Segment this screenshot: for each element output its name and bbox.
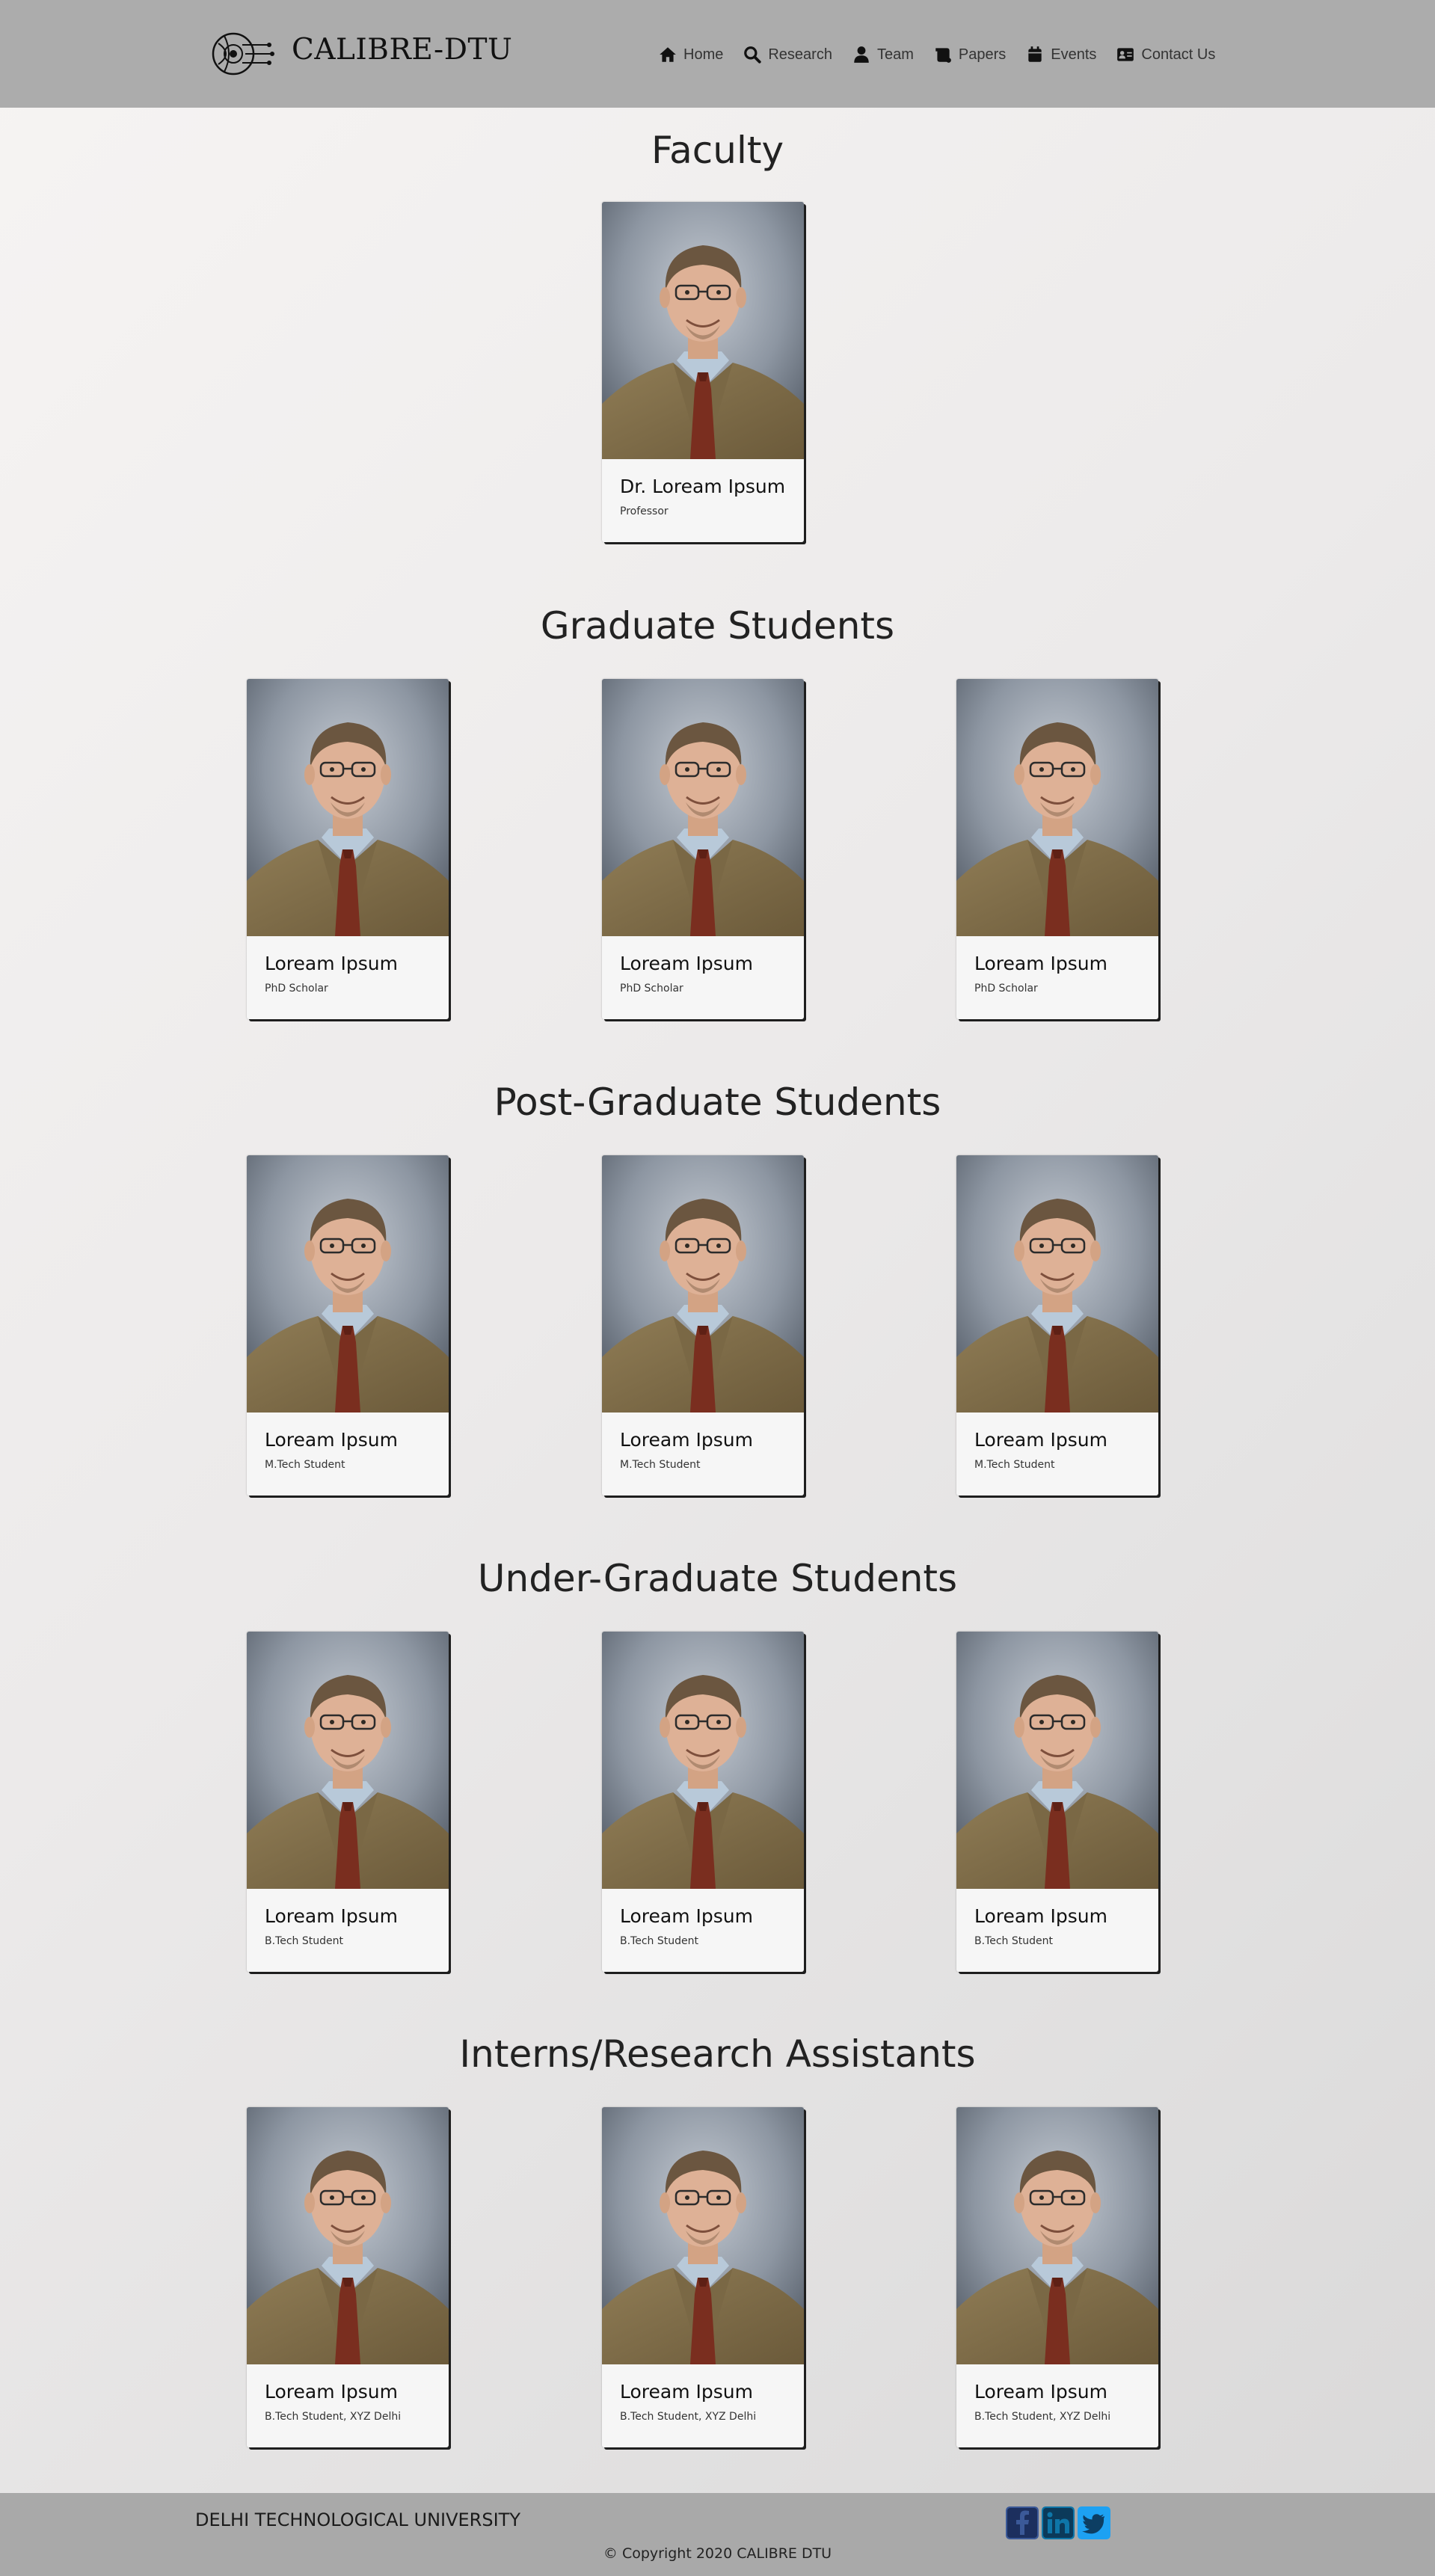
member-name: Loream Ipsum bbox=[974, 953, 1107, 974]
section-title-faculty: Faculty bbox=[651, 129, 784, 172]
section-title-graduate: Graduate Students bbox=[540, 604, 895, 648]
member-name: Loream Ipsum bbox=[265, 1429, 398, 1451]
member-photo bbox=[956, 1155, 1158, 1413]
member-photo bbox=[602, 202, 804, 459]
nav-papers-label: Papers bbox=[958, 46, 1007, 63]
member-name: Loream Ipsum bbox=[620, 953, 753, 974]
nav-papers[interactable]: Papers bbox=[933, 43, 1006, 66]
member-photo bbox=[956, 1632, 1158, 1889]
member-role: B.Tech Student, XYZ Delhi bbox=[265, 2411, 402, 2423]
member-photo bbox=[956, 2107, 1158, 2364]
section-title-undergraduate: Under-Graduate Students bbox=[477, 1557, 958, 1600]
nav-contact[interactable]: Contact Us bbox=[1116, 43, 1215, 66]
member-name: Loream Ipsum bbox=[265, 953, 398, 974]
member-card[interactable]: Loream Ipsum B.Tech Student bbox=[602, 1632, 804, 1972]
member-photo bbox=[247, 2107, 449, 2364]
member-name: Loream Ipsum bbox=[620, 2381, 753, 2403]
member-photo bbox=[602, 1155, 804, 1413]
calendar-icon bbox=[1028, 46, 1042, 62]
member-photo bbox=[956, 679, 1158, 936]
member-role: PhD Scholar bbox=[620, 983, 683, 995]
twitter-icon[interactable] bbox=[1078, 2506, 1110, 2539]
nav-events[interactable]: Events bbox=[1025, 43, 1096, 66]
member-role: PhD Scholar bbox=[974, 983, 1038, 995]
member-role: Professor bbox=[620, 505, 669, 517]
member-name: Dr. Loream Ipsum bbox=[620, 476, 786, 497]
member-card[interactable]: Loream Ipsum B.Tech Student, XYZ Delhi bbox=[247, 2107, 449, 2447]
nav-research[interactable]: Research bbox=[743, 43, 832, 66]
member-name: Loream Ipsum bbox=[974, 1905, 1107, 1927]
member-photo bbox=[247, 679, 449, 936]
member-name: Loream Ipsum bbox=[265, 2381, 398, 2403]
member-role: B.Tech Student, XYZ Delhi bbox=[974, 2411, 1111, 2423]
facebook-icon[interactable] bbox=[1006, 2506, 1039, 2539]
nav-events-label: Events bbox=[1051, 46, 1097, 63]
footer-copyright: © Copyright 2020 CALIBRE DTU bbox=[603, 2545, 832, 2562]
member-photo bbox=[247, 1155, 449, 1413]
nav-home-label: Home bbox=[683, 46, 724, 63]
address-card-icon bbox=[1117, 48, 1134, 61]
main-nav: Home Research Team Papers Events Contact… bbox=[658, 43, 1215, 66]
member-photo bbox=[602, 1632, 804, 1889]
member-role: M.Tech Student bbox=[265, 1459, 345, 1471]
brand-title[interactable]: CALIBRE-DTU bbox=[292, 33, 512, 67]
linkedin-icon[interactable] bbox=[1042, 2506, 1075, 2539]
member-name: Loream Ipsum bbox=[974, 1429, 1107, 1451]
member-photo bbox=[247, 1632, 449, 1889]
member-card[interactable]: Loream Ipsum B.Tech Student, XYZ Delhi bbox=[956, 2107, 1158, 2447]
calibre-logo-icon[interactable] bbox=[211, 28, 275, 79]
member-name: Loream Ipsum bbox=[974, 2381, 1107, 2403]
member-role: B.Tech Student bbox=[974, 1935, 1053, 1947]
site-header: CALIBRE-DTU Home Research Team Papers Ev… bbox=[0, 0, 1435, 108]
site-footer: DELHI TECHNOLOGICAL UNIVERSITY © Copyrig… bbox=[0, 2493, 1435, 2576]
nav-team[interactable]: Team bbox=[852, 43, 914, 66]
member-card[interactable]: Loream Ipsum M.Tech Student bbox=[956, 1155, 1158, 1496]
user-icon bbox=[854, 46, 869, 63]
member-role: M.Tech Student bbox=[974, 1459, 1055, 1471]
member-role: PhD Scholar bbox=[265, 983, 328, 995]
member-name: Loream Ipsum bbox=[620, 1905, 753, 1927]
member-role: M.Tech Student bbox=[620, 1459, 701, 1471]
scroll-icon bbox=[935, 48, 951, 63]
footer-university: DELHI TECHNOLOGICAL UNIVERSITY bbox=[195, 2509, 520, 2530]
member-card[interactable]: Loream Ipsum PhD Scholar bbox=[602, 679, 804, 1019]
member-card[interactable]: Loream Ipsum B.Tech Student bbox=[247, 1632, 449, 1972]
section-title-interns: Interns/Research Assistants bbox=[459, 2032, 976, 2076]
member-card[interactable]: Loream Ipsum M.Tech Student bbox=[247, 1155, 449, 1496]
member-role: B.Tech Student bbox=[265, 1935, 343, 1947]
nav-team-label: Team bbox=[876, 46, 914, 63]
section-title-postgraduate: Post-Graduate Students bbox=[494, 1080, 941, 1124]
member-name: Loream Ipsum bbox=[620, 1429, 753, 1451]
member-role: B.Tech Student bbox=[620, 1935, 698, 1947]
search-icon bbox=[744, 46, 762, 64]
member-card[interactable]: Loream Ipsum B.Tech Student bbox=[956, 1632, 1158, 1972]
member-role: B.Tech Student, XYZ Delhi bbox=[620, 2411, 757, 2423]
member-photo bbox=[602, 679, 804, 936]
member-card[interactable]: Loream Ipsum B.Tech Student, XYZ Delhi bbox=[602, 2107, 804, 2447]
social-links bbox=[1006, 2506, 1110, 2539]
home-icon bbox=[660, 47, 676, 62]
member-card[interactable]: Loream Ipsum M.Tech Student bbox=[602, 1155, 804, 1496]
member-name: Loream Ipsum bbox=[265, 1905, 398, 1927]
nav-home[interactable]: Home bbox=[658, 43, 723, 66]
member-photo bbox=[602, 2107, 804, 2364]
member-card[interactable]: Loream Ipsum PhD Scholar bbox=[247, 679, 449, 1019]
member-card[interactable]: Dr. Loream Ipsum Professor bbox=[602, 202, 804, 542]
nav-research-label: Research bbox=[768, 46, 832, 63]
nav-contact-label: Contact Us bbox=[1141, 46, 1216, 63]
member-card[interactable]: Loream Ipsum PhD Scholar bbox=[956, 679, 1158, 1019]
